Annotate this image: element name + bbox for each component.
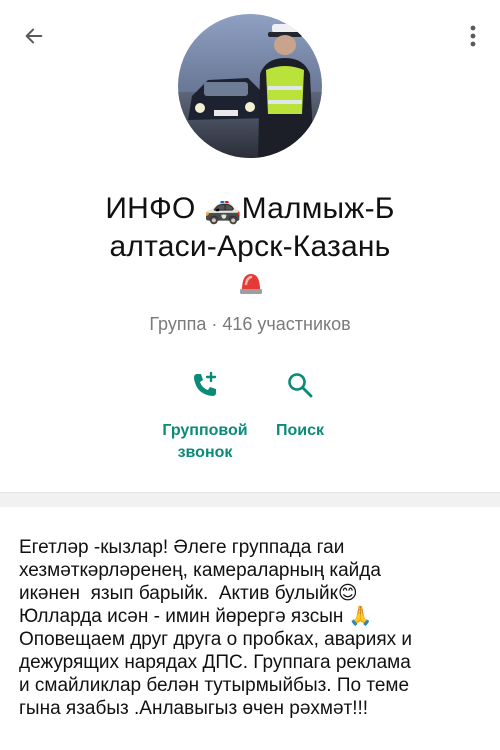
group-avatar[interactable] <box>178 14 322 158</box>
group-call-label: Групповой звонок <box>162 422 248 461</box>
back-button[interactable] <box>18 20 50 52</box>
group-title-line1: ИНФО 🚓Малмыж-Б <box>105 192 395 225</box>
search-label: Поиск <box>275 422 324 439</box>
more-options-button[interactable] <box>458 20 488 52</box>
phone-add-icon <box>194 371 217 396</box>
search-button[interactable]: Поиск <box>262 368 338 442</box>
group-participants-info: Группа · 416 участников <box>149 314 351 334</box>
siren-emoji <box>240 274 262 294</box>
section-divider <box>0 492 500 507</box>
search-icon <box>288 373 313 398</box>
group-call-button[interactable]: Групповой звонок <box>150 368 260 464</box>
group-description: Егетләр -кызлар! Әлеге группада гаи хезм… <box>19 537 413 719</box>
group-title-line2: алтаси-Арск-Казань <box>109 230 391 263</box>
group-title: ИНФО 🚓Малмыж-Б алтаси-Арск-Казань <box>60 190 440 266</box>
group-info-header: ИНФО 🚓Малмыж-Б алтаси-Арск-Казань Группа… <box>0 0 500 492</box>
arrow-left-icon <box>25 28 43 44</box>
more-vertical-icon <box>470 25 476 47</box>
